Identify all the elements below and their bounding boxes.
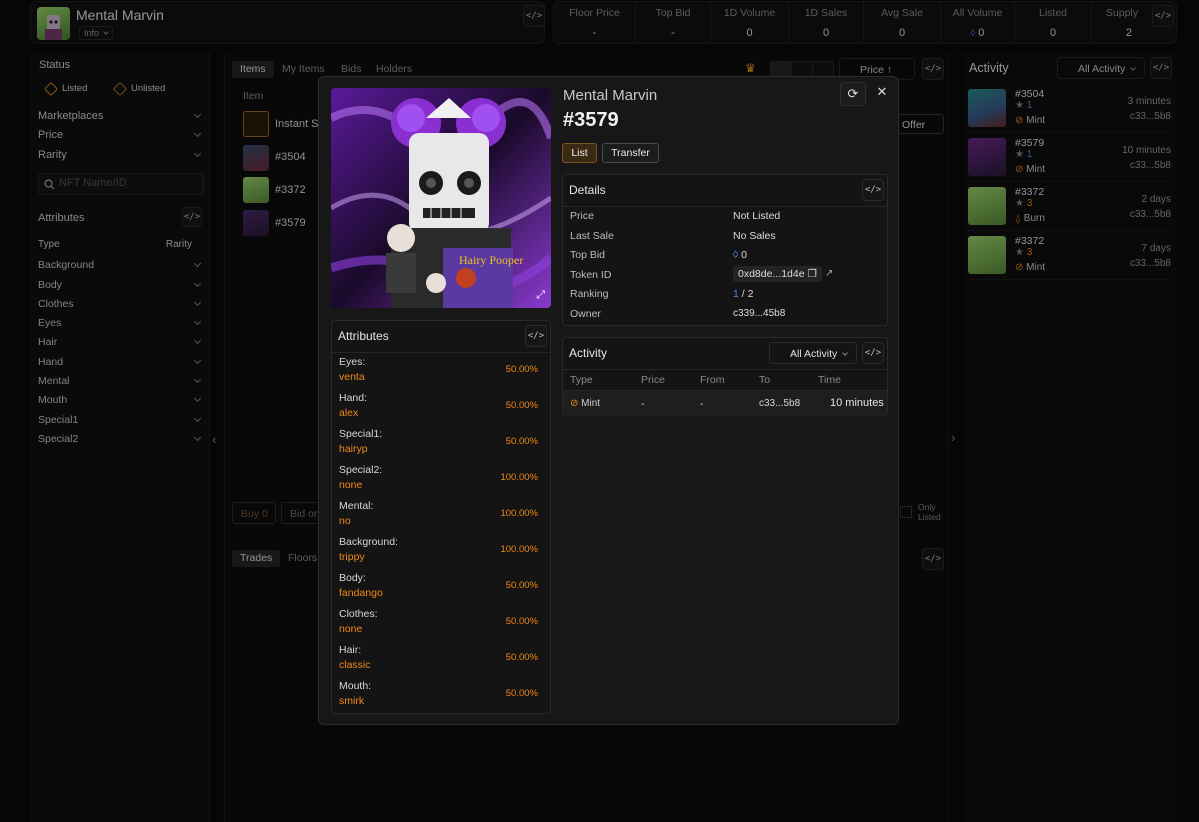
attr-value: venta xyxy=(339,371,365,383)
attr-value: hairyp xyxy=(339,443,368,455)
activity-to[interactable]: c33...5b8 xyxy=(759,398,800,409)
divider xyxy=(563,369,887,370)
activity-row[interactable]: ⊘ Mint - - c33...5b8 10 minutes xyxy=(563,390,887,416)
token-id-value: 0xd8de...1d4e xyxy=(738,268,805,280)
details-panel: Details </> Price Not Listed Last Sale N… xyxy=(562,174,888,326)
activity-from: - xyxy=(700,398,704,410)
attr-value: none xyxy=(339,623,363,635)
attr-name: Hand: xyxy=(339,392,368,404)
expand-icon[interactable]: ⤢ xyxy=(536,289,545,302)
attr-rarity: 50.00% xyxy=(505,580,538,591)
refresh-button[interactable]: ⟳ xyxy=(840,82,866,106)
embed-code-button[interactable]: </> xyxy=(525,325,547,347)
modal-collection-name: Mental Marvin xyxy=(563,87,658,104)
attr-name: Background: xyxy=(339,536,398,548)
detail-label: Last Sale xyxy=(570,230,614,242)
attr-value: alex xyxy=(339,407,359,419)
col-to: To xyxy=(759,374,771,386)
detail-label: Price xyxy=(570,210,594,222)
token-activity-panel: Activity All Activity </> Type Price Fro… xyxy=(562,337,888,416)
attr-rarity: 50.00% xyxy=(505,616,538,627)
close-button[interactable]: ✕ xyxy=(871,81,893,103)
image-caption: Hairy Pooper xyxy=(459,253,523,267)
mint-icon: ⊘ xyxy=(570,398,579,409)
col-time: Time xyxy=(818,374,841,386)
embed-code-button[interactable]: </> xyxy=(862,342,884,364)
external-link-icon[interactable]: ↗ xyxy=(825,268,833,279)
token-activity-filter[interactable]: All Activity xyxy=(769,342,857,364)
attr-rarity: 50.00% xyxy=(505,688,538,699)
nft-detail-modal: Hairy Pooper ⤢ Mental Marvin #3579 List … xyxy=(318,76,899,725)
detail-value: No Sales xyxy=(733,230,776,242)
attr-rarity: 100.00% xyxy=(500,544,538,555)
rank-total: / 2 xyxy=(738,288,754,300)
attr-rarity: 50.00% xyxy=(505,400,538,411)
attr-name: Body: xyxy=(339,572,366,584)
attr-name: Clothes: xyxy=(339,608,378,620)
detail-label: Top Bid xyxy=(570,249,606,261)
attr-value: smirk xyxy=(339,695,365,707)
token-activity-title: Activity xyxy=(569,346,608,360)
attr-value: classic xyxy=(339,659,371,671)
attr-name: Mental: xyxy=(339,500,374,512)
refresh-icon: ⟳ xyxy=(847,86,859,101)
eth-icon: ◊ xyxy=(733,249,739,261)
attributes-title: Attributes xyxy=(338,329,389,343)
col-from: From xyxy=(700,374,725,386)
details-title: Details xyxy=(569,183,606,197)
attr-value: none xyxy=(339,479,363,491)
list-button[interactable]: List xyxy=(562,143,597,163)
attr-name: Special2: xyxy=(339,464,383,476)
top-bid-value: 0 xyxy=(741,249,747,261)
activity-type: ⊘ Mint xyxy=(570,398,600,409)
detail-value: ◊ 0 xyxy=(733,249,747,261)
divider xyxy=(332,352,550,353)
nft-image[interactable]: Hairy Pooper ⤢ xyxy=(331,88,551,308)
transfer-button[interactable]: Transfer xyxy=(602,143,659,163)
attr-rarity: 50.00% xyxy=(505,364,538,375)
attr-rarity: 100.00% xyxy=(500,508,538,519)
attr-value: trippy xyxy=(339,551,365,563)
activity-type-label: Mint xyxy=(581,398,601,409)
modal-token-id: #3579 xyxy=(563,109,619,131)
attr-name: Special1: xyxy=(339,428,383,440)
detail-value: Not Listed xyxy=(733,210,781,222)
attr-rarity: 50.00% xyxy=(505,436,538,447)
divider xyxy=(563,206,887,207)
token-id-chip[interactable]: 0xd8de...1d4e ❐ xyxy=(733,266,822,282)
embed-code-button[interactable]: </> xyxy=(862,179,884,201)
attr-name: Mouth: xyxy=(339,680,372,692)
filter-label: All Activity xyxy=(790,348,838,360)
col-price: Price xyxy=(641,374,665,386)
attr-value: no xyxy=(339,515,351,527)
detail-label: Token ID xyxy=(570,269,612,281)
attr-name: Hair: xyxy=(339,644,362,656)
attr-name: Eyes: xyxy=(339,356,366,368)
close-icon: ✕ xyxy=(876,84,888,99)
activity-price: - xyxy=(641,398,645,410)
attr-value: fandango xyxy=(339,587,383,599)
chevron-down-icon xyxy=(842,350,849,356)
activity-time: 10 minutes xyxy=(830,397,884,409)
detail-label: Owner xyxy=(570,308,601,320)
detail-value: 1 / 2 xyxy=(733,288,753,300)
copy-icon[interactable]: ❐ xyxy=(807,268,816,280)
col-type: Type xyxy=(570,374,593,386)
attr-rarity: 50.00% xyxy=(505,652,538,663)
attr-rarity: 100.00% xyxy=(500,472,538,483)
attributes-panel: Attributes </> Eyes: venta 50.00% Hand: … xyxy=(331,320,551,714)
detail-label: Ranking xyxy=(570,288,609,300)
owner-address[interactable]: c339...45b8 xyxy=(733,308,785,319)
